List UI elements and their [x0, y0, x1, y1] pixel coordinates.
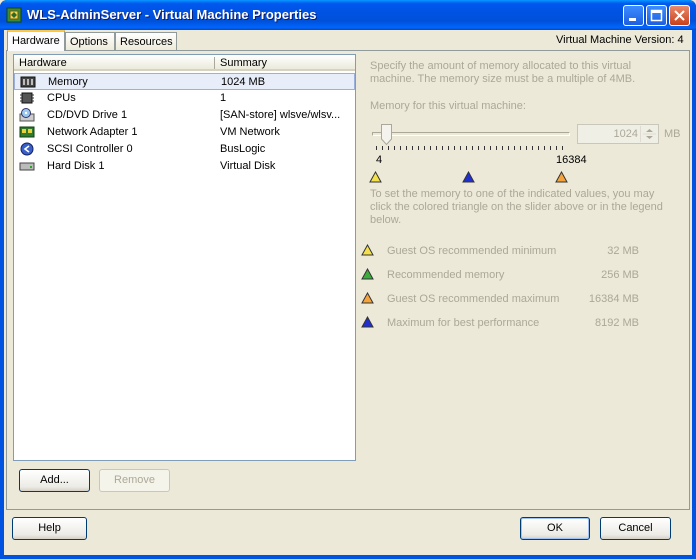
legend-label-maximum[interactable]: Guest OS recommended maximum [387, 293, 559, 305]
hardware-row-cd-dvd-drive[interactable]: CD/DVD Drive 1 [SAN-store] wlsve/wlsv... [14, 107, 355, 124]
legend-maximum-icon[interactable] [361, 292, 374, 304]
column-divider[interactable] [214, 57, 215, 69]
help-button[interactable]: Help [12, 517, 87, 540]
hardware-row-hard-disk[interactable]: Hard Disk 1 Virtual Disk [14, 158, 355, 175]
hardware-row-scsi-controller[interactable]: SCSI Controller 0 BusLogic [14, 141, 355, 158]
spinner-arrows[interactable] [640, 126, 657, 142]
window-border-bottom [0, 555, 696, 559]
hardware-name: SCSI Controller 0 [47, 143, 133, 155]
cpu-icon [20, 92, 34, 104]
memory-field-label: Memory for this virtual machine: [370, 100, 526, 112]
hardware-summary: [SAN-store] wlsve/wlsv... [220, 109, 341, 121]
memory-size-value[interactable]: 1024 [578, 128, 638, 140]
spinner-up-down-icon [643, 129, 656, 139]
cancel-button[interactable]: Cancel [600, 517, 671, 540]
hardware-summary: Virtual Disk [220, 160, 276, 172]
maximize-button[interactable] [646, 5, 667, 26]
hardware-summary: 1 [220, 92, 227, 104]
guest-os-minimum-marker-icon[interactable] [369, 171, 382, 183]
hardware-name: CPUs [47, 92, 76, 104]
legend-label-minimum[interactable]: Guest OS recommended minimum [387, 245, 556, 257]
hardware-name: Hard Disk 1 [47, 160, 105, 172]
memory-unit-label: MB [664, 128, 681, 140]
legend-value-recommended: 256 MB [601, 269, 639, 281]
legend-value-minimum: 32 MB [607, 245, 639, 257]
close-icon [674, 10, 685, 21]
tab-options[interactable]: Options [65, 32, 115, 51]
memory-slider-thumb[interactable] [381, 124, 392, 145]
hardware-row-cpus[interactable]: CPUs 1 [14, 90, 355, 107]
maximize-icon [650, 9, 663, 22]
hardware-summary: 1024 MB [221, 76, 266, 88]
ok-button[interactable]: OK [520, 517, 590, 540]
tab-hardware[interactable]: Hardware [7, 30, 65, 51]
properties-window: WLS-AdminServer - Virtual Machine Proper… [0, 0, 696, 559]
legend-value-best-performance: 8192 MB [594, 317, 639, 329]
memory-hint: To set the memory to one of the indicate… [370, 188, 663, 226]
cd-drive-icon [19, 108, 35, 122]
window-title: WLS-AdminServer - Virtual Machine Proper… [27, 7, 317, 22]
tab-resources[interactable]: Resources [115, 32, 177, 51]
max-best-performance-marker-icon[interactable] [462, 171, 475, 183]
scsi-controller-icon [20, 142, 34, 156]
memory-size-spinner[interactable]: 1024 [577, 124, 659, 144]
legend-value-maximum: 16384 MB [588, 293, 639, 305]
hardware-list-header: Hardware Summary [14, 55, 355, 71]
hardware-summary: VM Network [220, 126, 280, 138]
legend-best-performance-icon[interactable] [361, 316, 374, 328]
memory-description: Specify the amount of memory allocated t… [370, 60, 636, 85]
memory-icon [20, 76, 36, 88]
dialog-client-area: Hardware Options Resources Virtual Machi… [4, 30, 692, 555]
hardware-list[interactable]: Hardware Summary Memory 1024 MB CPUs 1 C… [13, 54, 356, 461]
guest-os-maximum-marker-icon[interactable] [555, 171, 568, 183]
minimize-button[interactable] [623, 5, 644, 26]
window-border-right [692, 30, 696, 559]
slider-max-label: 16384 [556, 154, 587, 166]
hardware-row-network-adapter[interactable]: Network Adapter 1 VM Network [14, 124, 355, 141]
hardware-name: CD/DVD Drive 1 [47, 109, 128, 121]
remove-hardware-button[interactable]: Remove [99, 469, 170, 492]
memory-slider-track[interactable] [372, 132, 570, 136]
hardware-row-memory[interactable]: Memory 1024 MB [14, 73, 355, 90]
hardware-name: Memory [48, 76, 88, 88]
hardware-name: Network Adapter 1 [47, 126, 138, 138]
legend-label-best-performance[interactable]: Maximum for best performance [387, 317, 539, 329]
legend-label-recommended[interactable]: Recommended memory [387, 269, 504, 281]
hardware-summary: BusLogic [220, 143, 266, 155]
memory-slider-ticks [376, 146, 566, 150]
vm-version-label: Virtual Machine Version: 4 [556, 34, 684, 46]
minimize-icon [629, 18, 636, 21]
legend-recommended-icon[interactable] [361, 268, 374, 280]
network-adapter-icon [19, 126, 35, 138]
slider-min-label: 4 [376, 154, 383, 166]
title-bar[interactable]: WLS-AdminServer - Virtual Machine Proper… [0, 0, 696, 30]
legend-minimum-icon[interactable] [361, 244, 374, 256]
column-header-summary[interactable]: Summary [220, 57, 267, 69]
column-header-hardware[interactable]: Hardware [19, 57, 67, 69]
close-button[interactable] [669, 5, 690, 26]
vm-icon [6, 7, 22, 23]
add-hardware-button[interactable]: Add... [19, 469, 90, 492]
hard-disk-icon [19, 162, 35, 171]
